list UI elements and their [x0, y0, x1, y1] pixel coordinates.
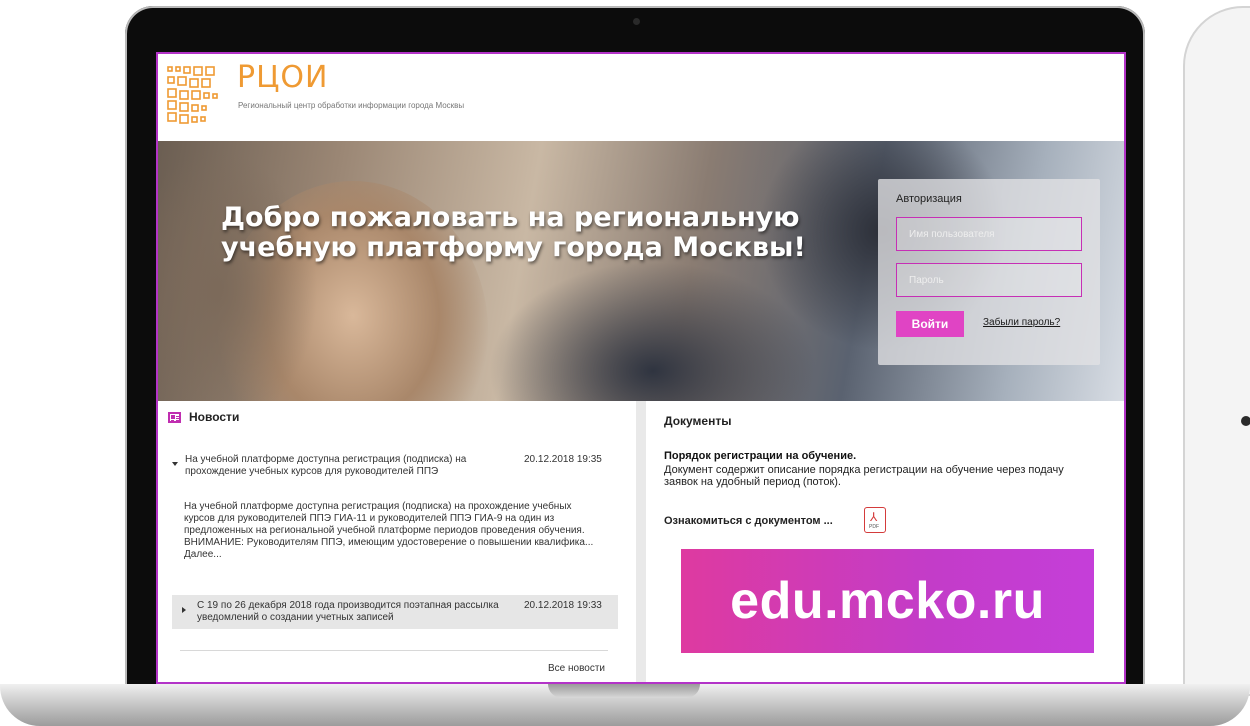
news-item-date: 20.12.2018 19:35: [524, 454, 602, 465]
pdf-icon[interactable]: ⅄ PDF: [864, 507, 886, 533]
documents-heading: Документы: [664, 414, 732, 428]
camera-icon: [633, 18, 640, 25]
news-item-date: 20.12.2018 19:33: [524, 600, 602, 611]
news-header: Новости: [168, 410, 239, 424]
device-button-icon: [1241, 416, 1250, 426]
auth-panel: Авторизация Войти Забыли пароль?: [878, 179, 1100, 365]
document-title: Порядок регистрации на обучение.: [664, 450, 857, 462]
chevron-right-icon[interactable]: [182, 607, 186, 613]
laptop-notch: [548, 684, 700, 698]
auth-title: Авторизация: [896, 193, 962, 205]
hero-banner: Добро пожаловать на региональную учебную…: [158, 141, 1124, 401]
side-device: [1183, 6, 1250, 696]
logo-title: РЦОИ: [237, 60, 329, 95]
divider: [180, 650, 608, 651]
all-news-link[interactable]: Все новости: [548, 663, 605, 674]
hero-photo-student-2: [488, 261, 818, 401]
username-input[interactable]: [896, 217, 1082, 251]
hero-title: Добро пожаловать на региональную учебную…: [221, 202, 806, 263]
document-link[interactable]: Ознакомиться с документом ...: [664, 515, 833, 527]
news-item-body: На учебной платформе доступна регистраци…: [184, 501, 594, 560]
url-banner: edu.mcko.ru: [681, 549, 1094, 653]
documents-panel: Документы Порядок регистрации на обучени…: [646, 401, 1124, 682]
documents-header: Документы: [664, 410, 731, 429]
news-item[interactable]: С 19 по 26 декабря 2018 года производитс…: [172, 595, 618, 629]
news-item-title[interactable]: На учебной платформе доступна регистраци…: [185, 454, 495, 478]
laptop-screen: РЦОИ Региональный центр обработки информ…: [156, 52, 1126, 684]
login-button[interactable]: Войти: [896, 311, 964, 337]
news-item-title[interactable]: С 19 по 26 декабря 2018 года производитс…: [197, 600, 527, 624]
chevron-down-icon[interactable]: [172, 462, 178, 466]
newspaper-icon: [168, 411, 181, 423]
banner-url: edu.mcko.ru: [730, 572, 1045, 630]
site-header: РЦОИ Региональный центр обработки информ…: [158, 54, 1124, 141]
logo-subtitle: Региональный центр обработки информации …: [238, 101, 465, 110]
content-area: Новости На учебной платформе доступна ре…: [158, 401, 1124, 682]
hero-photo-hair: [158, 151, 318, 401]
forgot-password-link[interactable]: Забыли пароль?: [983, 317, 1060, 328]
pdf-glyph-icon: ⅄: [870, 510, 878, 524]
news-heading: Новости: [189, 410, 240, 424]
logo-grid-icon: [167, 66, 225, 124]
news-panel: Новости На учебной платформе доступна ре…: [158, 401, 636, 682]
document-description: Документ содержит описание порядка регис…: [664, 464, 1064, 488]
password-input[interactable]: [896, 263, 1082, 297]
pdf-label: PDF: [869, 524, 879, 530]
